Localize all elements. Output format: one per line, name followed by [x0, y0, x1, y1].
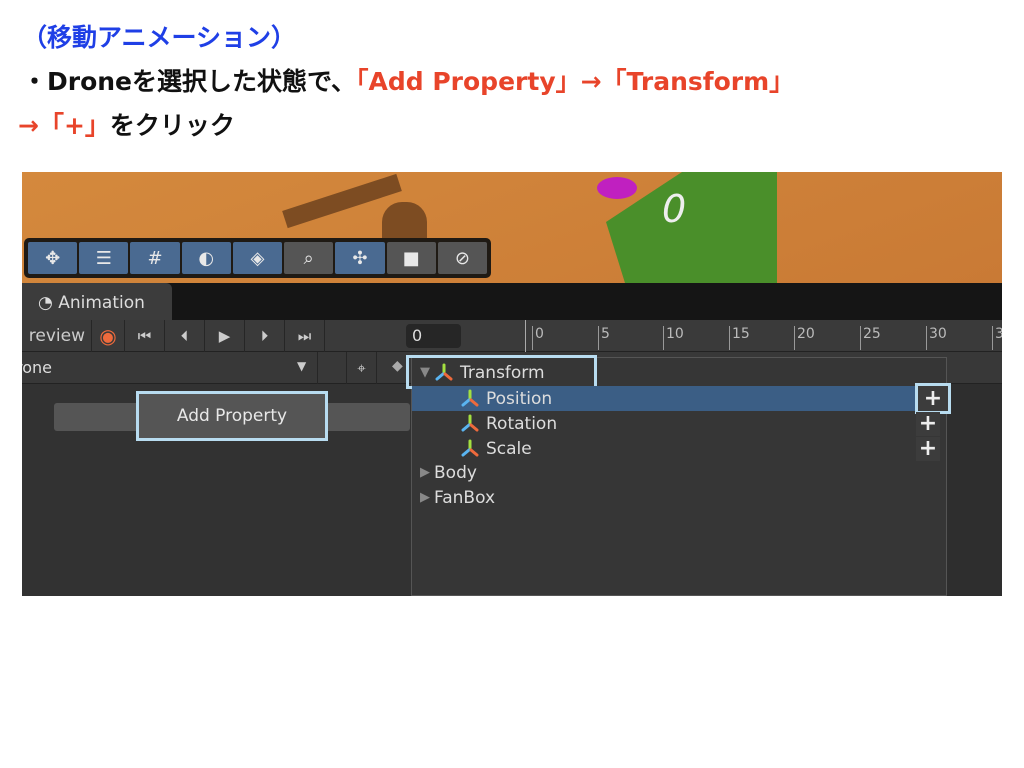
timeline-ruler[interactable]: 0 5 10 15 20 25 30 3: [525, 320, 1002, 352]
prev-key-icon[interactable]: ⏴: [165, 320, 205, 352]
tree-item-fanbox[interactable]: ▶ FanBox: [412, 485, 946, 510]
ruler-tick: 0: [532, 326, 544, 350]
instruction-text: をクリック: [109, 111, 235, 140]
last-key-icon[interactable]: ⏭: [285, 320, 325, 352]
chevron-down-icon[interactable]: ▼: [297, 359, 306, 373]
tree-item-body[interactable]: ▶ Body: [412, 460, 946, 485]
tree-label: Rotation: [486, 413, 558, 434]
layers-icon[interactable]: ◈: [232, 242, 283, 274]
expand-triangle-icon[interactable]: ▶: [420, 465, 430, 480]
tree-label: Body: [434, 462, 477, 483]
slide-heading: （移動アニメーション）: [22, 23, 297, 52]
dopesheet-area[interactable]: [947, 384, 1002, 596]
instruction-highlight: 「Add Property」→「Transform」: [356, 67, 795, 96]
tab-bar: ◔ Animation: [22, 283, 1002, 320]
ruler-tick: 25: [860, 326, 881, 350]
instruction-line-1: ・Droneを選択した状態で、「Add Property」→「Transform…: [22, 62, 794, 98]
add-event-icon[interactable]: ◆: [392, 358, 403, 374]
instruction-text: ・Droneを選択した状態で、: [22, 67, 357, 96]
unity-screenshot: 0 ✥ ☰ # ◐ ◈ ⌕ ✣ ■ ⊘ ◔ Animation review ◉…: [22, 172, 1002, 596]
tree-item-rotation[interactable]: Rotation +: [412, 411, 946, 436]
add-keyframe-target-icon[interactable]: ⌖: [347, 352, 377, 384]
add-scale-plus-button[interactable]: +: [916, 436, 940, 461]
clip-dropdown[interactable]: rone: [22, 358, 52, 377]
play-icon[interactable]: ▶: [205, 320, 245, 352]
add-rotation-plus-button[interactable]: +: [916, 411, 940, 436]
tab-animation[interactable]: ◔ Animation: [22, 283, 172, 320]
ruler-tick: 10: [663, 326, 684, 350]
scene-view: 0 ✥ ☰ # ◐ ◈ ⌕ ✣ ■ ⊘: [22, 172, 1002, 283]
grid-snap-icon[interactable]: #: [130, 242, 180, 274]
pivot-icon[interactable]: ✣: [335, 242, 385, 274]
move-tool-icon[interactable]: ✥: [28, 242, 78, 274]
tree-item-position[interactable]: Position +: [412, 383, 951, 414]
add-property-popup: ▼ Transform Position + Rotation + Scale …: [406, 355, 951, 596]
compass-icon[interactable]: ⊘: [437, 242, 487, 274]
add-property-button[interactable]: Add Property: [136, 391, 328, 441]
tab-label: Animation: [58, 293, 145, 313]
tree-label: Position: [486, 388, 553, 409]
ruler-tick: 15: [729, 326, 750, 350]
tree-label: FanBox: [434, 487, 496, 508]
camera-view-icon[interactable]: ■: [386, 242, 436, 274]
moon-icon[interactable]: ◐: [181, 242, 231, 274]
scene-toolbar: ✥ ☰ # ◐ ◈ ⌕ ✣ ■ ⊘: [24, 238, 491, 278]
animation-controls: review ◉ ⏮ ⏴ ▶ ⏵ ⏭ 0 0 5 10 15 20 25 30 …: [22, 320, 1002, 352]
transform-icon: [461, 389, 479, 406]
record-icon[interactable]: ◉: [92, 320, 125, 352]
ruler-tick: 5: [598, 326, 610, 350]
tree-label: Scale: [486, 438, 532, 459]
frame-input[interactable]: 0: [406, 324, 461, 348]
ruler-tick: 3: [992, 326, 1002, 350]
transform-icon: [461, 414, 479, 431]
preview-button[interactable]: review: [22, 320, 92, 352]
expand-triangle-icon[interactable]: ▶: [420, 490, 430, 505]
property-panel: Add Property: [22, 384, 411, 596]
next-key-icon[interactable]: ⏵: [245, 320, 285, 352]
spacer: [317, 352, 347, 384]
instruction-line-2: →「+」をクリック: [18, 106, 235, 142]
ruler-tick: 30: [926, 326, 947, 350]
add-position-plus-button[interactable]: +: [915, 383, 951, 414]
ruler-tick: 20: [794, 326, 815, 350]
instruction-highlight: →「+」: [18, 111, 110, 140]
sliders-icon[interactable]: ☰: [79, 242, 129, 274]
animation-icon: ◔: [38, 293, 59, 313]
first-key-icon[interactable]: ⏮: [125, 320, 165, 352]
search-icon[interactable]: ⌕: [284, 242, 334, 274]
tree-item-scale[interactable]: Scale +: [412, 436, 946, 461]
transform-highlight: [406, 355, 597, 389]
transform-icon: [461, 439, 479, 456]
